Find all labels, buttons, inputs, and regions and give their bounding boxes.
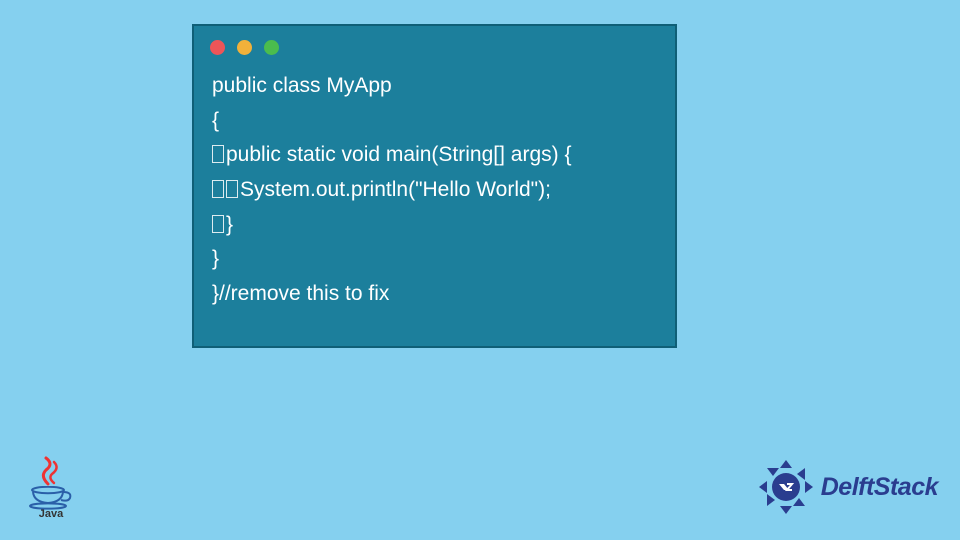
delftstack-badge-icon — [757, 458, 815, 516]
delftstack-logo: DelftStack — [757, 458, 938, 516]
java-logo: Java — [28, 456, 74, 520]
close-icon — [210, 40, 225, 55]
delftstack-label: DelftStack — [821, 473, 938, 502]
tab-glyph-icon — [212, 180, 224, 198]
window-controls — [194, 26, 675, 65]
code-block: public class MyApp { public static void … — [194, 65, 675, 327]
minimize-icon — [237, 40, 252, 55]
tab-glyph-icon — [212, 215, 224, 233]
tab-glyph-icon — [212, 145, 224, 163]
code-line: public static void main(String[] args) { — [226, 143, 571, 166]
code-line: public class MyApp — [212, 74, 392, 97]
java-steam-icon — [28, 456, 74, 486]
java-label: Java — [28, 508, 74, 520]
code-line: { — [212, 109, 219, 132]
maximize-icon — [264, 40, 279, 55]
code-line: } — [212, 247, 219, 270]
java-cup-icon — [28, 486, 74, 510]
code-line: System.out.println("Hello World"); — [240, 178, 551, 201]
code-line: }//remove this to fix — [212, 282, 389, 305]
tab-glyph-icon — [226, 180, 238, 198]
code-line: } — [226, 213, 233, 236]
code-window: public class MyApp { public static void … — [192, 24, 677, 348]
